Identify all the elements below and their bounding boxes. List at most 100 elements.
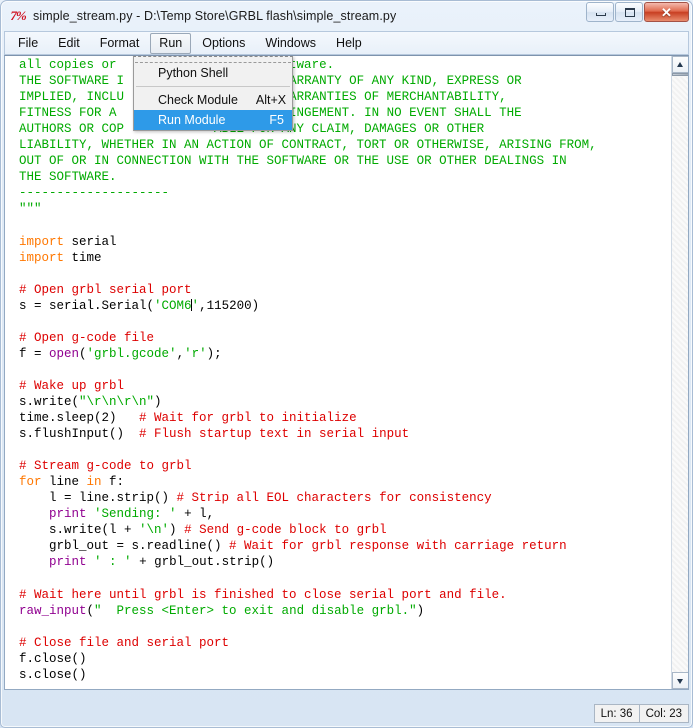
code-line: THE SOFTWARE. (19, 169, 671, 185)
window-controls: ✕ (585, 2, 689, 22)
code-token: f: (101, 475, 125, 490)
code-line: AUTHORS OR COP ABLE FOR ANY CLAIM, DAMAG… (19, 121, 671, 137)
code-token: ( (79, 346, 87, 361)
code-token: # Open g-code file (19, 330, 155, 345)
code-token: print (49, 555, 87, 570)
code-token: ' (191, 298, 200, 313)
code-token: " Press <Enter> to exit and disable grbl… (94, 603, 417, 618)
window-title: simple_stream.py - D:\Temp Store\GRBL fl… (33, 9, 397, 23)
code-line: grbl_out = s.readline() # Wait for grbl … (19, 538, 671, 554)
code-line: l = line.strip() # Strip all EOL charact… (19, 490, 671, 506)
code-token: # Wait for grbl to initialize (139, 411, 357, 426)
scroll-up-button[interactable] (672, 56, 688, 73)
code-line: # Stream g-code to grbl (19, 458, 671, 474)
chevron-up-icon (677, 62, 683, 67)
menu-item-label: Check Module (158, 93, 238, 107)
menu-help[interactable]: Help (327, 33, 371, 54)
menu-item-shortcut: F5 (269, 113, 284, 127)
minimize-button[interactable] (586, 2, 614, 22)
close-button[interactable]: ✕ (644, 2, 689, 22)
code-token: # Wake up grbl (19, 378, 125, 393)
maximize-icon (625, 8, 635, 17)
code-token: line (41, 475, 87, 490)
code-token: # Stream g-code to grbl (19, 459, 192, 474)
scrollbar-track[interactable] (672, 77, 688, 672)
code-line: time.sleep(2) # Wait for grbl to initial… (19, 410, 671, 426)
code-token: IMPLIED, INCLU (19, 90, 125, 105)
code-token: s.flushInput() (19, 427, 140, 442)
code-line: print ' : ' + grbl_out.strip() (19, 554, 671, 570)
code-line: OUT OF OR IN CONNECTION WITH THE SOFTWAR… (19, 153, 671, 169)
code-token: f = (19, 346, 50, 361)
code-token: ); (206, 346, 222, 361)
menu-item-label: Python Shell (158, 66, 229, 80)
menu-item-shortcut: Alt+X (255, 93, 287, 107)
code-token: 'Sending: ' (94, 507, 177, 522)
code-text-area[interactable]: all copies or of the Software. THE SOFTWA… (5, 56, 671, 689)
code-line: all copies or of the Software. (19, 57, 671, 73)
menu-separator (136, 86, 290, 87)
code-line: import time (19, 250, 671, 266)
menu-item-check-module[interactable]: Check Module Alt+X (134, 90, 292, 110)
window-frame: 7% simple_stream.py - D:\Temp Store\GRBL… (0, 0, 693, 728)
editor-container: all copies or of the Software. THE SOFTWA… (4, 55, 689, 690)
menu-label: Options (202, 35, 246, 50)
code-token: for (19, 475, 42, 490)
python-idle-icon: 7% (10, 8, 26, 23)
code-token: open (49, 346, 80, 361)
code-token: 'grbl.gcode' (86, 346, 177, 361)
code-token: AUTHORS OR COP (19, 122, 125, 137)
code-line: s.close() (19, 667, 671, 683)
code-token: all copies or (19, 58, 125, 72)
vertical-scrollbar[interactable] (671, 56, 688, 689)
code-token: "\r\n\r\n" (79, 394, 155, 409)
code-token: # Open grbl serial port (19, 282, 192, 297)
code-token: 'r' (184, 346, 207, 361)
code-token: s.write(l + (19, 523, 140, 538)
code-token: # Wait here until grbl is finished to cl… (19, 587, 507, 602)
code-token: ) (416, 603, 425, 618)
code-token: ) (169, 523, 185, 538)
scrollbar-thumb[interactable] (672, 73, 688, 76)
scroll-down-button[interactable] (672, 672, 688, 689)
code-line: for line in f: (19, 474, 671, 490)
menu-edit[interactable]: Edit (49, 33, 89, 54)
status-line-indicator: Ln: 36 (593, 704, 640, 723)
idle-editor-window: 7% simple_stream.py - D:\Temp Store\GRBL… (0, 0, 693, 728)
menu-item-python-shell[interactable]: Python Shell (134, 63, 292, 83)
code-token: 'COM6 (154, 298, 192, 313)
code-token: , (176, 346, 185, 361)
menu-options[interactable]: Options (193, 33, 254, 54)
code-line: IMPLIED, INCLU TO THE WARRANTIES OF MERC… (19, 89, 671, 105)
code-token: in (86, 475, 102, 490)
menu-label: Help (336, 35, 362, 50)
code-token: serial (64, 234, 117, 249)
menu-item-label: Run Module (158, 113, 226, 127)
code-token: + grbl_out.strip() (131, 555, 275, 570)
code-token: '\n' (139, 523, 170, 538)
code-token: # Wait for grbl response with carriage r… (229, 539, 567, 554)
code-line: print 'Sending: ' + l, (19, 506, 671, 522)
menu-item-run-module[interactable]: Run Module F5 (134, 110, 292, 130)
code-line: s.write("\r\n\r\n") (19, 394, 671, 410)
code-token: # Flush startup text in serial input (139, 427, 410, 442)
code-line: -------------------- (19, 185, 671, 201)
code-line: # Wait here until grbl is finished to cl… (19, 587, 671, 603)
code-token: ' : ' (94, 555, 132, 570)
code-token: time (64, 250, 102, 265)
chevron-down-icon (677, 679, 683, 684)
code-token: -------------------- (19, 186, 170, 201)
code-token: import (19, 250, 65, 265)
code-line: f = open('grbl.gcode','r'); (19, 346, 671, 362)
menu-format[interactable]: Format (91, 33, 149, 54)
code-line: s.write(l + '\n') # Send g-code block to… (19, 522, 671, 538)
menu-file[interactable]: File (9, 33, 47, 54)
run-menu-dropdown: Python Shell Check Module Alt+X Run Module F… (133, 56, 293, 131)
maximize-button[interactable] (615, 2, 643, 22)
menu-windows[interactable]: Windows (256, 33, 325, 54)
menu-label: File (18, 35, 39, 50)
menu-run[interactable]: Run (150, 32, 192, 54)
